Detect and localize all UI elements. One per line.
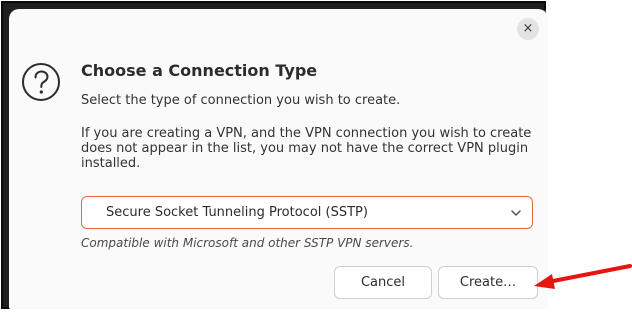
red-arrow-annotation bbox=[534, 264, 632, 289]
dialog-title: Choose a Connection Type bbox=[81, 61, 318, 80]
info-line: installed. bbox=[81, 156, 141, 171]
screenshot-stage: × Choose a Connection Type Select the ty… bbox=[0, 0, 632, 322]
connection-type-selected: Secure Socket Tunneling Protocol (SSTP) bbox=[106, 205, 368, 220]
close-icon[interactable]: × bbox=[517, 18, 539, 40]
connection-type-dialog: × Choose a Connection Type Select the ty… bbox=[9, 9, 548, 309]
connection-type-hint: Compatible with Microsoft and other SSTP… bbox=[81, 236, 414, 250]
info-line: If you are creating a VPN, and the VPN c… bbox=[81, 126, 532, 141]
create-button[interactable]: Create… bbox=[438, 266, 538, 299]
dialog-subtitle: Select the type of connection you wish t… bbox=[81, 93, 401, 108]
vpn-plugin-info: If you are creating a VPN, and the VPN c… bbox=[81, 126, 541, 171]
connection-type-dropdown[interactable]: Secure Socket Tunneling Protocol (SSTP) bbox=[81, 196, 533, 229]
chevron-down-icon bbox=[511, 210, 521, 216]
question-circle-icon bbox=[22, 63, 60, 101]
cancel-button[interactable]: Cancel bbox=[334, 266, 432, 299]
info-line: does not appear in the list, you may not… bbox=[81, 141, 529, 156]
